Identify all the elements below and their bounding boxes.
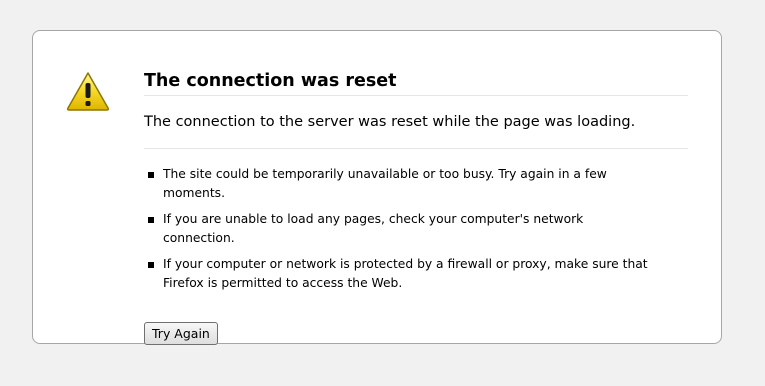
error-short-description: The connection to the server was reset w… — [144, 112, 688, 149]
hint-text: If your computer or network is protected… — [163, 257, 648, 290]
list-item: If your computer or network is protected… — [144, 255, 656, 293]
error-content: The connection was reset The connection … — [144, 69, 688, 345]
error-page-container: The connection was reset The connection … — [32, 30, 722, 345]
bullet-icon — [148, 172, 154, 178]
error-title: The connection was reset — [144, 69, 688, 96]
warning-icon — [66, 72, 110, 111]
hint-text: The site could be temporarily unavailabl… — [163, 167, 607, 200]
list-item: The site could be temporarily unavailabl… — [144, 165, 656, 203]
try-again-button[interactable]: Try Again — [144, 322, 218, 345]
list-item: If you are unable to load any pages, che… — [144, 210, 656, 248]
bullet-icon — [148, 217, 154, 223]
bullet-icon — [148, 262, 154, 268]
error-hints-list: The site could be temporarily unavailabl… — [144, 165, 656, 293]
hint-text: If you are unable to load any pages, che… — [163, 212, 584, 245]
